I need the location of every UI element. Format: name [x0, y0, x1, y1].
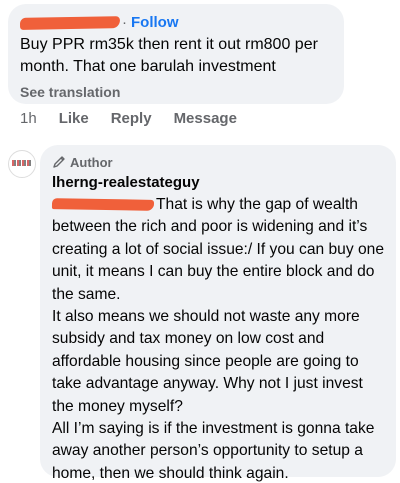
comment-2-paragraph-3: All I’m saying is if the investment is g… — [52, 420, 375, 482]
comment-2-text: That is why the gap of wealth between th… — [51, 194, 384, 483]
see-translation-link[interactable]: See translation — [20, 84, 332, 100]
comment-bubble-2: Author lherng-realestateguy That is why … — [40, 145, 396, 482]
like-button[interactable]: Like — [59, 110, 89, 127]
comment-actions: 1h Like Reply Message — [20, 110, 237, 127]
redacted-mentioned-name — [51, 198, 155, 212]
author-badge: Author — [52, 154, 384, 170]
comment-timestamp[interactable]: 1h — [20, 110, 37, 127]
redacted-commenter-name — [19, 16, 121, 30]
message-button[interactable]: Message — [174, 110, 237, 127]
commenter-username[interactable]: lherng-realestateguy — [52, 174, 384, 192]
follow-button[interactable]: Follow — [131, 14, 179, 31]
author-badge-label: Author — [70, 154, 113, 170]
comment-1-text: Buy PPR rm35k then rent it out rm800 per… — [20, 36, 318, 75]
reply-button[interactable]: Reply — [111, 110, 152, 127]
separator-dot: · — [122, 14, 127, 31]
comment-thread: · Follow Buy PPR rm35k then rent it out r… — [0, 0, 400, 483]
comment-1-header: · Follow — [19, 14, 332, 32]
comment-2-paragraph-2: It also means we should not waste any mo… — [52, 308, 363, 415]
comment-bubble-1: · Follow Buy PPR rm35k then rent it out r… — [8, 4, 344, 104]
comment-2-paragraph-1-text: That is why the gap of wealth between th… — [52, 196, 384, 303]
pen-icon — [52, 155, 66, 169]
avatar-logo — [12, 160, 32, 166]
avatar[interactable] — [8, 150, 36, 178]
comment-2-paragraph-1: That is why the gap of wealth between th… — [51, 194, 384, 306]
